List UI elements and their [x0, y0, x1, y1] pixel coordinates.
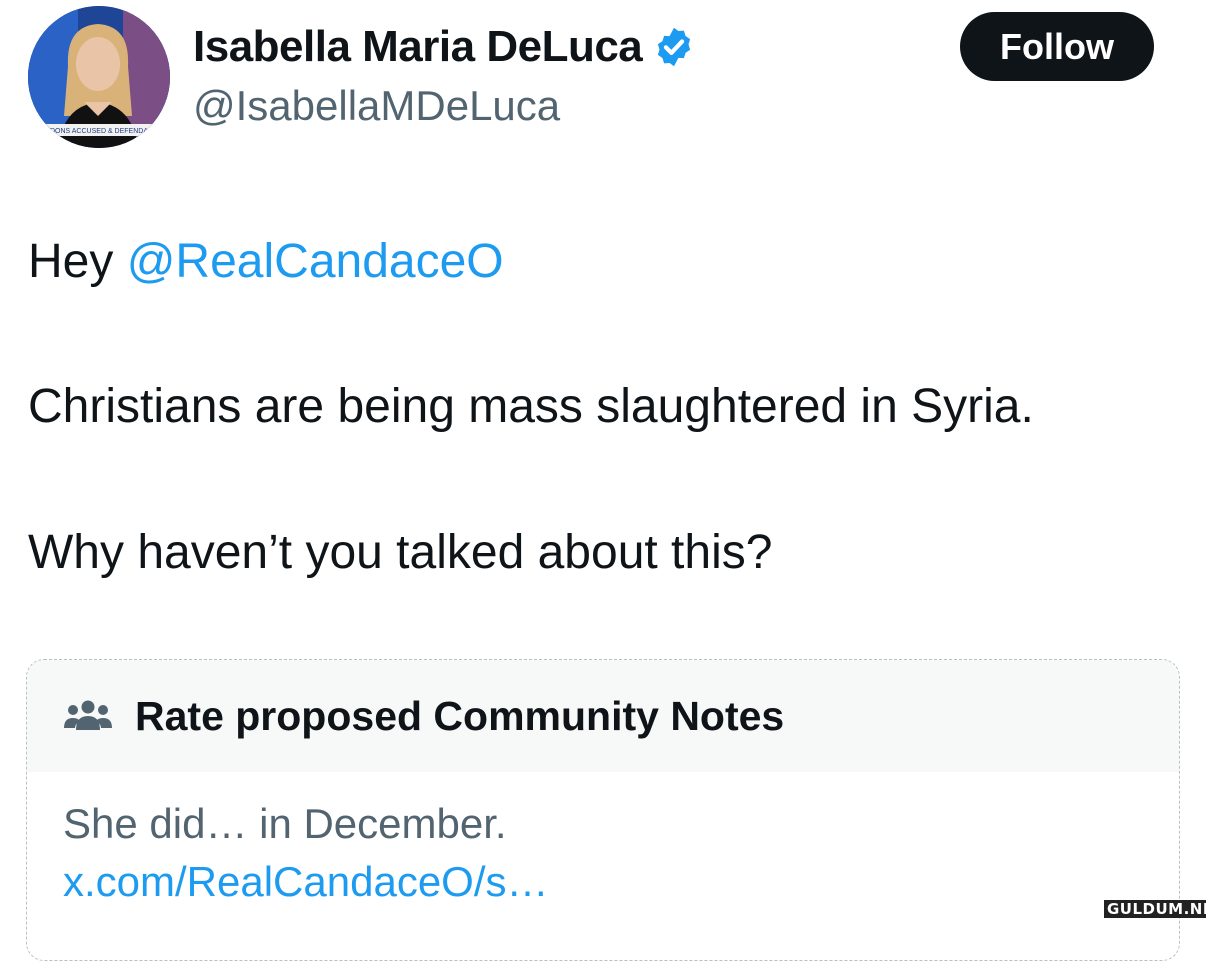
tweet-line-2: Christians are being mass slaughtered in…	[28, 380, 1034, 433]
follow-button[interactable]: Follow	[960, 12, 1154, 81]
community-note-card[interactable]: Rate proposed Community Notes She did… i…	[26, 659, 1180, 961]
verified-badge-icon	[658, 27, 691, 67]
community-note-text: She did… in December.	[63, 800, 507, 847]
community-note-header[interactable]: Rate proposed Community Notes	[27, 660, 1179, 772]
tweet-line-1: Hey @RealCandaceO	[28, 234, 504, 289]
user-handle[interactable]: @IsabellaMDeLuca	[193, 82, 560, 130]
watermark-logo: GULDUM.NET	[1104, 900, 1206, 918]
community-note-link[interactable]: x.com/RealCandaceO/s…	[63, 858, 549, 906]
tweet-line-3: Why haven’t you talked about this?	[28, 526, 773, 579]
community-note-title: Rate proposed Community Notes	[135, 692, 785, 739]
tweet-greeting: Hey	[28, 235, 114, 288]
tweet-mention-link[interactable]: @RealCandaceO	[127, 235, 504, 288]
avatar[interactable]: DONS ACCUSED & DEFENDA	[28, 6, 170, 148]
avatar-ticker-text: DONS ACCUSED & DEFENDA	[50, 128, 148, 135]
display-name[interactable]: Isabella Maria DeLuca	[193, 22, 643, 72]
people-icon	[64, 700, 112, 730]
display-name-row: Isabella Maria DeLuca	[193, 22, 696, 72]
